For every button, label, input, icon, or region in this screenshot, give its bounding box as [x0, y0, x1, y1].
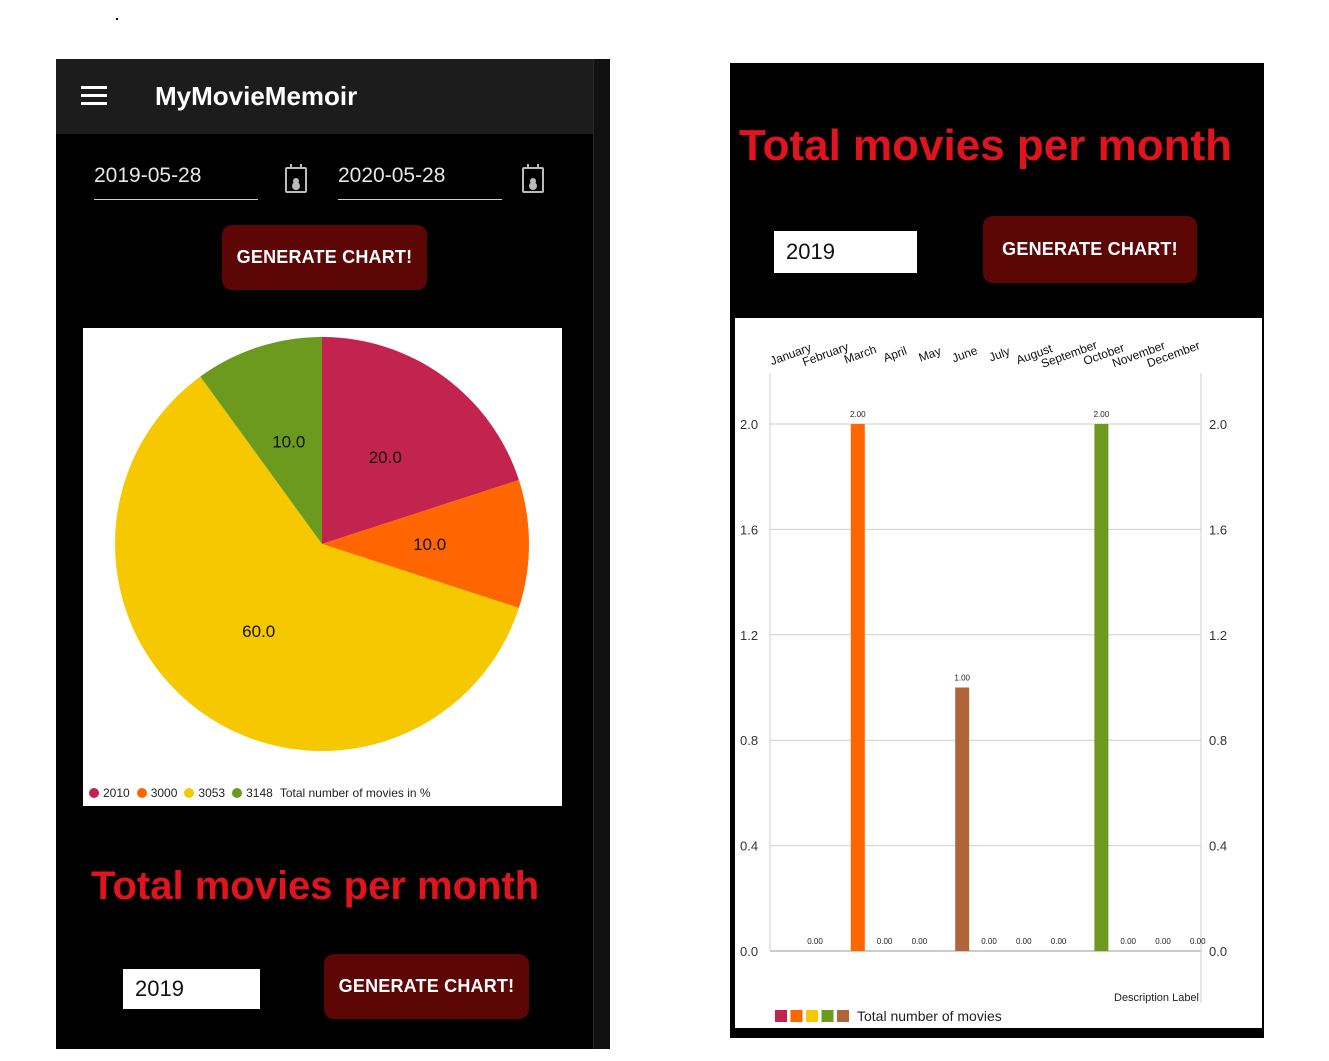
bar-chart-svg: 0.0 0.00.4 0.40.8 0.81.2 1.21.6 1.62.0 2.0Janu…: [740, 338, 1227, 1024]
y-tick-label: 2.0: [740, 417, 758, 432]
bar[interactable]: [1094, 424, 1109, 951]
legend-swatch: [821, 1010, 834, 1022]
legend-item: 3148: [232, 786, 273, 800]
bar-value-label: 0.00: [807, 937, 823, 946]
x-tick-label: May: [917, 344, 943, 365]
legend-swatch: [775, 1010, 787, 1022]
bar-value-label: 0.00: [981, 937, 997, 946]
generate-chart-button-2[interactable]: GENERATE CHART!: [324, 954, 529, 1019]
y-tick-label: 1.2: [740, 628, 758, 643]
monthly-heading: Total movies per month: [739, 121, 1233, 170]
legend-item: 3053: [184, 786, 225, 800]
legend-description: Total number of movies in %: [279, 786, 431, 800]
x-tick-label: July: [987, 344, 1012, 364]
legend-label: 3148: [246, 786, 273, 800]
bar-value-label: 2.00: [1094, 410, 1110, 419]
y-tick-label: 1.6: [740, 522, 758, 537]
bar-value-label: 2.00: [850, 410, 866, 419]
bar-value-label: 0.00: [1120, 937, 1136, 946]
hamburger-menu-icon[interactable]: [81, 86, 107, 106]
bar-value-label: 0.00: [1051, 937, 1067, 946]
bar-value-label: 0.00: [1155, 937, 1171, 946]
left-phone-screen: MyMovieMemoir 2019-05-28 2020-05-28 GENE…: [56, 59, 610, 1049]
y-tick-label-right: 1.2: [1209, 628, 1227, 643]
calendar-icon[interactable]: [285, 164, 307, 193]
monthly-heading: Total movies per month: [91, 864, 540, 908]
app-title: MyMovieMemoir: [155, 81, 358, 111]
generate-chart-button[interactable]: GENERATE CHART!: [983, 216, 1197, 283]
legend-swatch: [806, 1010, 818, 1022]
legend-label: Total number of movies: [857, 1008, 1002, 1024]
start-date-field[interactable]: 2019-05-28: [94, 159, 258, 200]
y-tick-label-right: 2.0: [1209, 417, 1227, 432]
legend-label: 3000: [150, 786, 178, 800]
pie-slice-label: 60.0: [242, 622, 275, 641]
year-input[interactable]: 2019: [123, 969, 260, 1009]
legend-item: 2010: [89, 786, 130, 800]
pie-chart-svg: 20.0 10.0 60.0 10.0: [114, 337, 529, 751]
legend-swatch: [232, 788, 243, 798]
right-phone-screen: Total movies per month 2019 GENERATE CHA…: [730, 63, 1264, 1038]
pie-legend: 2010 3000 3053 3148 Total number of movies i…: [89, 786, 431, 800]
generate-chart-button[interactable]: GENERATE CHART!: [222, 225, 427, 290]
legend-swatch: [184, 788, 195, 798]
legend-swatch: [790, 1010, 803, 1022]
y-tick-label-right: 0.0: [1209, 944, 1227, 959]
pie-slice-label: 20.0: [369, 448, 402, 467]
legend-swatch: [136, 788, 147, 798]
y-tick-label: 0.0: [740, 944, 758, 959]
bar-value-label: 0.00: [877, 937, 893, 946]
x-tick-label: June: [950, 343, 980, 365]
legend-swatch: [837, 1010, 849, 1022]
end-date-field[interactable]: 2020-05-28: [338, 159, 502, 200]
x-tick-label: April: [881, 344, 908, 365]
year-input[interactable]: 2019: [774, 231, 917, 273]
legend-label: 3053: [198, 786, 226, 800]
pie-chart: 20.0 10.0 60.0 10.0 2010 3000 3053 3148 Total n…: [83, 328, 562, 806]
pie-slice-label: 10.0: [272, 433, 305, 452]
y-tick-label: 0.8: [740, 733, 758, 748]
bar[interactable]: [850, 424, 865, 951]
y-tick-label-right: 1.6: [1209, 522, 1227, 537]
y-tick-label-right: 0.4: [1209, 839, 1227, 854]
description-label: Description Label: [1114, 992, 1199, 1004]
calendar-icon[interactable]: [522, 164, 544, 193]
bar-value-label: 0.00: [1190, 937, 1206, 946]
legend-label: 2010: [103, 786, 130, 800]
bar-value-label: 0.00: [1016, 937, 1032, 946]
bar-chart: 0.0 0.0 0.4 0.4 0.8 0.8 1.2 1.2 1.6 1.6 2.0 2.0 Janu…: [735, 318, 1262, 1028]
legend-swatch: [89, 788, 99, 798]
bar[interactable]: [955, 687, 970, 952]
y-tick-label-right: 0.8: [1209, 733, 1227, 748]
y-tick-label: 0.4: [740, 839, 758, 854]
bar-value-label: 1.00: [954, 674, 970, 683]
app-bar: MyMovieMemoir: [56, 59, 593, 134]
pie-slice-label: 10.0: [413, 535, 446, 554]
stray-dot: [116, 18, 118, 20]
legend-item: 3000: [136, 786, 178, 800]
screen-edge: [593, 59, 610, 1049]
bar-value-label: 0.00: [912, 937, 928, 946]
